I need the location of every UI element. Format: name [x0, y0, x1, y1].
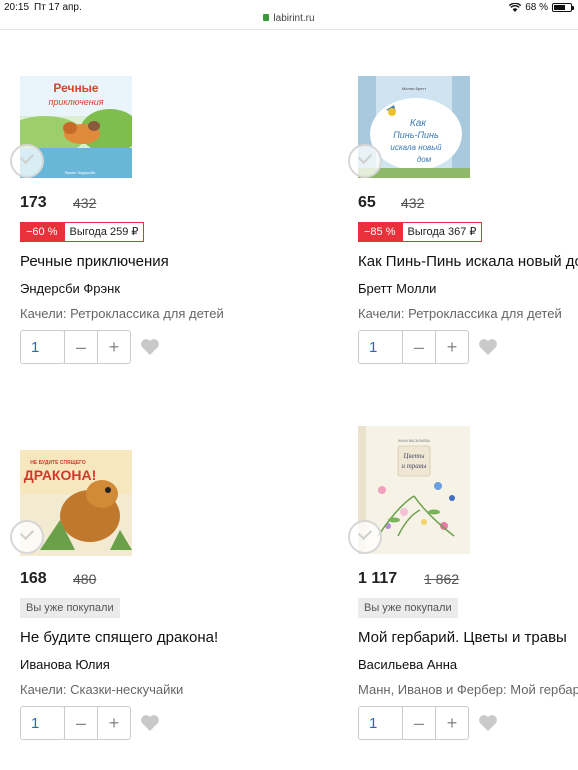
svg-text:приключения: приключения — [48, 97, 103, 107]
quantity-stepper: – + — [20, 706, 131, 740]
discount-badge: −85 % — [358, 222, 402, 242]
select-checkmark-icon[interactable] — [10, 520, 44, 554]
increment-button[interactable]: + — [97, 706, 131, 740]
battery-percent: 68 % — [525, 2, 548, 13]
heart-icon[interactable] — [140, 338, 160, 356]
heart-icon[interactable] — [478, 714, 498, 732]
svg-text:НЕ БУДИТЕ СПЯЩЕГО: НЕ БУДИТЕ СПЯЩЕГО — [30, 460, 86, 466]
product-title-link[interactable]: Не будите спящего дракона! — [20, 629, 218, 646]
quantity-stepper: – + — [358, 330, 469, 364]
quantity-input[interactable] — [358, 330, 403, 364]
select-checkmark-icon[interactable] — [10, 144, 44, 178]
decrement-button[interactable]: – — [402, 706, 436, 740]
address-bar[interactable]: labirint.ru — [0, 13, 578, 24]
select-checkmark-icon[interactable] — [348, 144, 382, 178]
old-price: 480 — [73, 571, 97, 587]
already-bought-badge: Вы уже покупали — [20, 598, 120, 618]
svg-text:Пинь-Пинь: Пинь-Пинь — [393, 130, 439, 140]
status-bar: 20:15 Пт 17 апр. labirint.ru 68 % — [0, 0, 578, 30]
discount-badges: −85 % Выгода 367 ₽ — [358, 222, 483, 242]
select-checkmark-icon[interactable] — [348, 520, 382, 554]
quantity-input[interactable] — [358, 706, 403, 740]
decrement-button[interactable]: – — [402, 330, 436, 364]
quantity-stepper: – + — [20, 330, 131, 364]
series-link[interactable]: Качели: Ретроклассика для детей — [20, 306, 224, 321]
product-title-link[interactable]: Как Пинь-Пинь искала новый до — [358, 253, 578, 270]
series-link[interactable]: Манн, Иванов и Фербер: Мой гербар — [358, 682, 578, 697]
product-card: Речные приключения Фрэнк Эндерсби 173 43… — [10, 76, 260, 406]
old-price: 432 — [73, 195, 97, 211]
discount-badge: −60 % — [20, 222, 64, 242]
product-title-link[interactable]: Речные приключения — [20, 253, 169, 270]
battery-icon — [552, 3, 574, 12]
svg-text:АННА ВАСИЛЬЕВА: АННА ВАСИЛЬЕВА — [398, 439, 430, 443]
price: 65 — [358, 194, 376, 211]
benefit-badge: Выгода 259 ₽ — [63, 222, 145, 242]
svg-text:Цветы: Цветы — [403, 452, 425, 460]
quantity-input[interactable] — [20, 706, 65, 740]
svg-text:дом: дом — [417, 155, 432, 164]
product-card: Молли Бретт Как Пинь-Пинь искала новый д… — [348, 76, 578, 406]
price: 1 117 — [358, 570, 398, 587]
already-bought-badge: Вы уже покупали — [358, 598, 458, 618]
benefit-badge: Выгода 367 ₽ — [401, 222, 483, 242]
decrement-button[interactable]: – — [64, 330, 98, 364]
discount-badges: −60 % Выгода 259 ₽ — [20, 222, 145, 242]
svg-text:Как: Как — [410, 118, 427, 129]
wifi-icon — [509, 3, 522, 12]
series-link[interactable]: Качели: Сказки-нескучайки — [20, 682, 183, 697]
status-indicators: 68 % — [509, 2, 574, 13]
author-link[interactable]: Васильева Анна — [358, 657, 457, 672]
decrement-button[interactable]: – — [64, 706, 98, 740]
product-title-link[interactable]: Мой гербарий. Цветы и травы — [358, 629, 567, 646]
old-price: 1 862 — [424, 571, 460, 587]
author-link[interactable]: Бретт Молли — [358, 281, 436, 296]
series-link[interactable]: Качели: Ретроклассика для детей — [358, 306, 562, 321]
svg-text:Фрэнк Эндерсби: Фрэнк Эндерсби — [65, 170, 96, 175]
old-price: 432 — [401, 195, 425, 211]
quantity-stepper: – + — [358, 706, 469, 740]
svg-text:и травы: и травы — [401, 462, 426, 470]
svg-text:Молли Бретт: Молли Бретт — [402, 86, 426, 91]
svg-text:ДРАКОНА!: ДРАКОНА! — [24, 467, 97, 483]
increment-button[interactable]: + — [435, 330, 469, 364]
svg-text:Речные: Речные — [53, 81, 99, 95]
status-time: 20:15 — [4, 2, 30, 13]
increment-button[interactable]: + — [97, 330, 131, 364]
url-text: labirint.ru — [273, 13, 315, 24]
author-link[interactable]: Эндерсби Фрэнк — [20, 281, 120, 296]
heart-icon[interactable] — [478, 338, 498, 356]
svg-text:искала новый: искала новый — [390, 143, 442, 152]
quantity-input[interactable] — [20, 330, 65, 364]
increment-button[interactable]: + — [435, 706, 469, 740]
lock-icon — [263, 14, 270, 21]
price: 173 — [20, 194, 47, 211]
price: 168 — [20, 570, 47, 587]
product-card: АННА ВАСИЛЬЕВА Цветы и травы 1 117 1 862… — [348, 426, 578, 756]
author-link[interactable]: Иванова Юлия — [20, 657, 110, 672]
heart-icon[interactable] — [140, 714, 160, 732]
product-card: НЕ БУДИТЕ СПЯЩЕГО ДРАКОНА! 168 480 Вы уж… — [10, 450, 260, 770]
status-date: Пт 17 апр. — [34, 2, 82, 13]
